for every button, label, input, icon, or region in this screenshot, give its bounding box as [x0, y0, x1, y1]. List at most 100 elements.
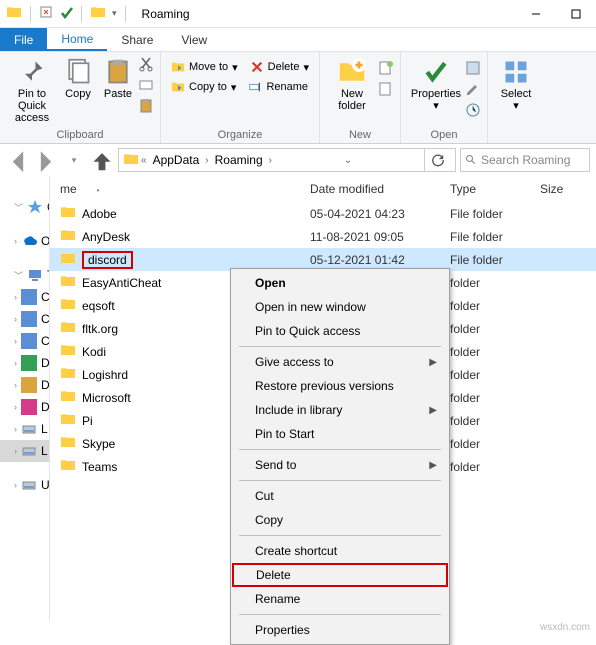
- copy-path-icon[interactable]: [138, 77, 154, 96]
- ctx-include-library[interactable]: Include in library▶: [231, 398, 449, 422]
- move-to-button[interactable]: Move to ▾: [167, 58, 242, 76]
- breadcrumb-appdata[interactable]: AppData: [149, 153, 204, 167]
- file-name: discord: [82, 253, 133, 267]
- ctx-give-access[interactable]: Give access to▶: [231, 350, 449, 374]
- rename-button[interactable]: Rename: [244, 78, 312, 96]
- address-bar[interactable]: « AppData › Roaming › ⌄: [118, 148, 456, 172]
- nav-this-pc[interactable]: ﹀Th: [0, 264, 49, 286]
- separator: [81, 6, 82, 22]
- qat-newfolder-icon[interactable]: [59, 5, 73, 22]
- delete-button[interactable]: Delete ▾: [246, 58, 313, 76]
- group-new: New folder New: [320, 52, 401, 143]
- tab-view[interactable]: View: [167, 28, 221, 51]
- open-icon[interactable]: [465, 60, 481, 79]
- file-name: Skype: [82, 437, 115, 451]
- ctx-cut[interactable]: Cut: [231, 484, 449, 508]
- ctx-pin-start[interactable]: Pin to Start: [231, 422, 449, 446]
- group-open: Properties▾ Open: [401, 52, 488, 143]
- table-row[interactable]: Adobe 05-04-2021 04:23 File folder: [50, 202, 596, 225]
- file-type: folder: [450, 460, 540, 474]
- watermark: wsxdn.com: [540, 622, 590, 633]
- chevron-down-icon[interactable]: ⌄: [344, 155, 352, 166]
- nav-onedrive[interactable]: ›O: [0, 230, 49, 252]
- refresh-button[interactable]: [424, 149, 451, 171]
- cut-icon[interactable]: [138, 56, 154, 75]
- chevron-icon[interactable]: ›: [205, 155, 208, 166]
- nav-recent-button[interactable]: ▾: [62, 148, 86, 172]
- ctx-properties[interactable]: Properties: [231, 618, 449, 642]
- nav-up-button[interactable]: [90, 148, 114, 172]
- ctx-open-new-window[interactable]: Open in new window: [231, 295, 449, 319]
- file-name: Microsoft: [82, 391, 131, 405]
- search-placeholder: Search Roaming: [481, 153, 570, 167]
- tab-home[interactable]: Home: [47, 28, 107, 51]
- column-headers[interactable]: me• Date modified Type Size: [50, 176, 596, 202]
- ctx-pin-quick-access[interactable]: Pin to Quick access: [231, 319, 449, 343]
- paste-button[interactable]: Paste: [98, 54, 138, 112]
- search-input[interactable]: Search Roaming: [460, 148, 590, 172]
- copy-button[interactable]: Copy: [58, 54, 98, 112]
- folder-icon: [60, 204, 76, 223]
- breadcrumb-roaming[interactable]: Roaming: [211, 153, 267, 167]
- edit-icon[interactable]: [465, 81, 481, 100]
- nav-item[interactable]: ›C: [0, 308, 49, 330]
- file-type: folder: [450, 322, 540, 336]
- tab-file[interactable]: File: [0, 28, 47, 51]
- nav-item[interactable]: ›C: [0, 330, 49, 352]
- title-bar: ▾ Roaming: [0, 0, 596, 28]
- select-button[interactable]: Select▾: [494, 54, 538, 112]
- nav-item[interactable]: ›L: [0, 440, 49, 462]
- ctx-rename[interactable]: Rename: [231, 587, 449, 611]
- ctx-open[interactable]: Open: [231, 271, 449, 295]
- folder-icon: [60, 434, 76, 453]
- qat-dropdown-icon[interactable]: ▾: [112, 8, 117, 19]
- folder-icon: [60, 273, 76, 292]
- qat-properties-icon[interactable]: [39, 5, 53, 22]
- new-folder-button[interactable]: New folder: [326, 54, 378, 112]
- group-label: New: [326, 129, 394, 143]
- ctx-send-to[interactable]: Send to▶: [231, 453, 449, 477]
- ctx-restore-versions[interactable]: Restore previous versions: [231, 374, 449, 398]
- file-name: Teams: [82, 460, 117, 474]
- chevron-icon[interactable]: «: [141, 155, 147, 166]
- group-organize: Move to ▾ Delete ▾ Copy to ▾ Rename Orga…: [161, 52, 320, 143]
- nav-item[interactable]: ›L: [0, 418, 49, 440]
- tab-share[interactable]: Share: [107, 28, 167, 51]
- nav-item[interactable]: ›D: [0, 396, 49, 418]
- file-type: folder: [450, 391, 540, 405]
- minimize-button[interactable]: [516, 0, 556, 28]
- new-item-icon[interactable]: [378, 60, 394, 79]
- maximize-button[interactable]: [556, 0, 596, 28]
- col-name[interactable]: me•: [60, 182, 310, 196]
- table-row[interactable]: AnyDesk 11-08-2021 09:05 File folder: [50, 225, 596, 248]
- ctx-create-shortcut[interactable]: Create shortcut: [231, 539, 449, 563]
- paste-shortcut-icon[interactable]: [138, 98, 154, 117]
- col-type[interactable]: Type: [450, 182, 540, 196]
- folder-icon: [90, 4, 106, 23]
- ribbon-tabs: File Home Share View: [0, 28, 596, 52]
- pin-quick-access-button[interactable]: Pin to Quick access: [6, 54, 58, 124]
- file-name: AnyDesk: [82, 230, 130, 244]
- nav-item[interactable]: ›D: [0, 374, 49, 396]
- history-icon[interactable]: [465, 102, 481, 121]
- chevron-icon[interactable]: ›: [269, 155, 272, 166]
- separator: [30, 6, 31, 22]
- copy-to-button[interactable]: Copy to ▾: [167, 78, 240, 96]
- nav-back-button[interactable]: [6, 148, 30, 172]
- easy-access-icon[interactable]: [378, 81, 394, 100]
- file-list: me• Date modified Type Size Adobe 05-04-…: [50, 176, 596, 621]
- col-date[interactable]: Date modified: [310, 182, 450, 196]
- nav-item[interactable]: ›C: [0, 286, 49, 308]
- nav-forward-button[interactable]: [34, 148, 58, 172]
- nav-item[interactable]: ›U: [0, 474, 49, 496]
- nav-item[interactable]: ›D: [0, 352, 49, 374]
- main-content: ﹀Qu ›O ﹀Th ›C ›C ›C ›D ›D ›D ›L ›L ›U me…: [0, 176, 596, 621]
- separator: [239, 614, 441, 615]
- navigation-pane[interactable]: ﹀Qu ›O ﹀Th ›C ›C ›C ›D ›D ›D ›L ›L ›U: [0, 176, 50, 621]
- ctx-delete[interactable]: Delete: [232, 563, 448, 587]
- nav-quick-access[interactable]: ﹀Qu: [0, 196, 49, 218]
- group-clipboard: Pin to Quick access Copy Paste Clipboard: [0, 52, 161, 143]
- col-size[interactable]: Size: [540, 182, 588, 196]
- properties-button[interactable]: Properties▾: [407, 54, 465, 112]
- ctx-copy[interactable]: Copy: [231, 508, 449, 532]
